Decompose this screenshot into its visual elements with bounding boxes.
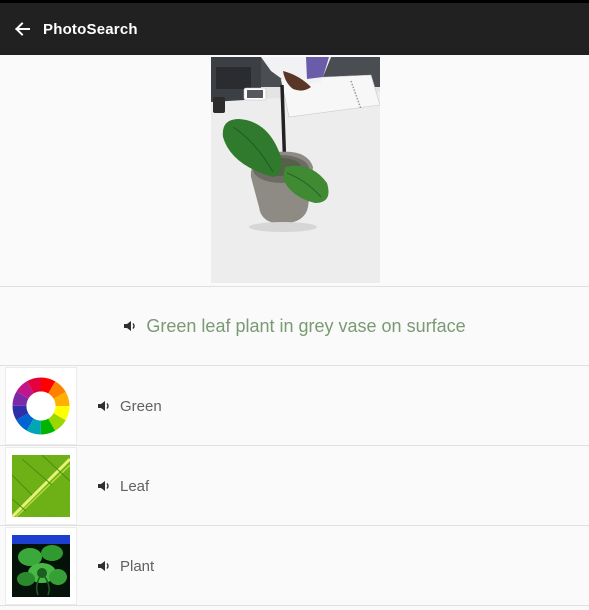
tag-thumbnail	[5, 447, 77, 525]
volume-icon[interactable]	[97, 560, 111, 572]
tag-thumbnail	[5, 367, 77, 445]
volume-icon[interactable]	[97, 400, 111, 412]
tag-label-container: Plant	[97, 526, 154, 606]
app-title: PhotoSearch	[43, 20, 138, 38]
tag-label-container: Green	[97, 366, 162, 446]
photo-container	[0, 55, 589, 286]
color-wheel-icon	[12, 377, 70, 435]
tag-row-leaf[interactable]: Leaf	[0, 446, 589, 526]
volume-icon[interactable]	[123, 320, 137, 332]
back-button[interactable]	[0, 3, 44, 55]
tag-row-green[interactable]: Green	[0, 366, 589, 446]
tag-thumbnail	[5, 527, 77, 605]
volume-icon[interactable]	[97, 480, 111, 492]
tag-label-container: Leaf	[97, 446, 149, 526]
search-photo[interactable]	[211, 57, 380, 283]
leaf-texture-image	[12, 455, 70, 517]
tag-label: Plant	[120, 557, 155, 575]
plant-image	[12, 535, 70, 597]
divider	[0, 605, 589, 606]
tag-row-plant[interactable]: Plant	[0, 526, 589, 606]
arrow-back-icon	[15, 22, 30, 36]
app-bar: PhotoSearch	[0, 0, 589, 55]
photo-caption: Green leaf plant in grey vase on surface	[146, 315, 466, 336]
tag-label: Leaf	[120, 477, 150, 495]
tag-label: Green	[120, 397, 162, 415]
caption-row: Green leaf plant in grey vase on surface	[0, 287, 589, 365]
